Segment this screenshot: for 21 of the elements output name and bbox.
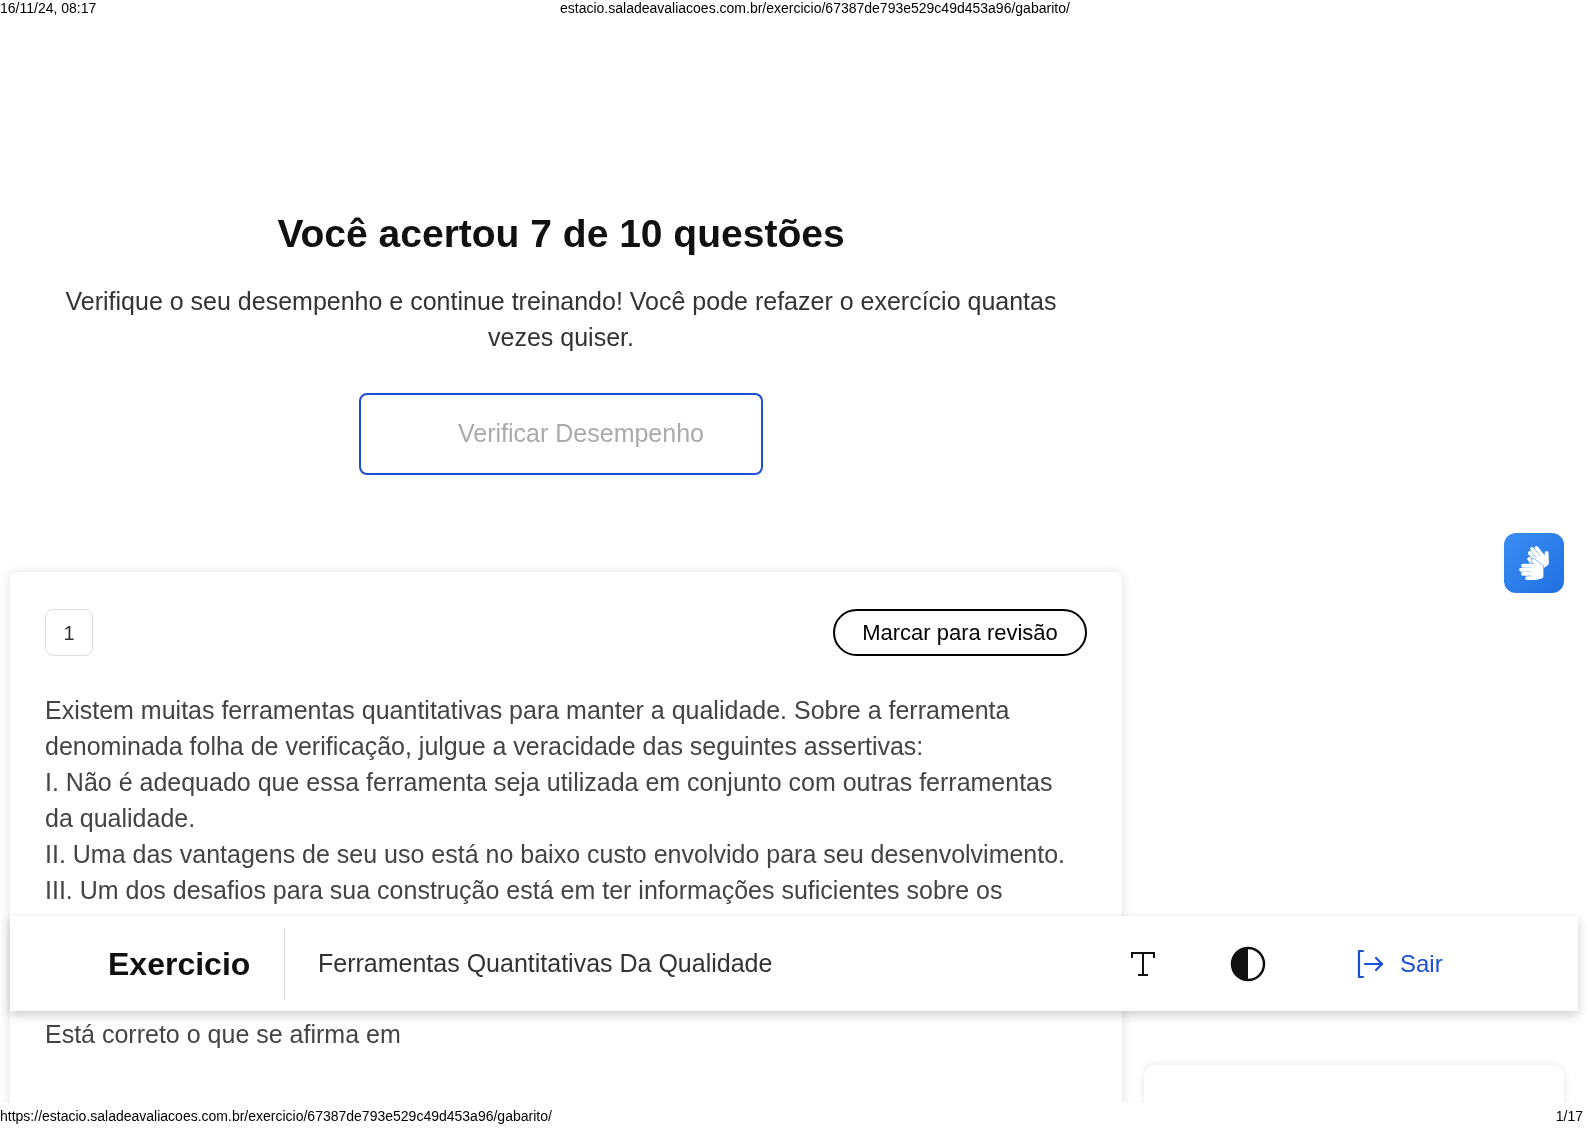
sign-language-button[interactable] [1504, 533, 1564, 593]
question-text: II. Uma das vantagens de seu uso está no baixo custo envolvido para seu desenvolvimento. [45, 839, 1067, 870]
result-title: Você acertou 7 de 10 questões [277, 214, 845, 254]
question-text: Existem muitas ferramentas quantitativas para manter a qualidade. Sobre a ferramenta [45, 695, 1011, 726]
toolbar-title: Exercicio [108, 944, 252, 984]
question-text: da qualidade. [45, 803, 197, 834]
print-footer-url: https://estacio.saladeavaliacoes.com.br/exercicio/67387de793e529c49d453a96/gabarito/ [0, 1106, 552, 1126]
hands-icon [1517, 546, 1551, 580]
page-number: 1/17 [1555, 1106, 1583, 1126]
question-prompt: Está correto o que se afirma em [45, 1019, 402, 1050]
exercise-subject: Ferramentas Quantitativas Da Qualidade [318, 947, 774, 979]
question-text: III. Um dos desafios para sua construção está em ter informações suficientes sobre os [45, 875, 1004, 906]
print-url: estacio.saladeavaliacoes.com.br/exercicio/67387de793e529c49d453a96/gabarito/ [560, 0, 1071, 16]
print-date: 16/11/24, 08:17 [0, 0, 98, 16]
result-subtitle: Verifique o seu desempenho e continue treinando! Você pode refazer o exercício quantas vezes quiser. [64, 286, 1058, 353]
mark-for-review-button[interactable]: Marcar para revisão [833, 609, 1087, 656]
exit-button[interactable]: Sair [1354, 945, 1443, 982]
question-text: I. Não é adequado que essa ferramenta seja utilizada em conjunto com outras ferramentas [45, 767, 1054, 798]
contrast-icon[interactable] [1230, 945, 1266, 982]
question-number: 1 [45, 609, 93, 656]
question-text: denominada folha de verificação, julgue a veracidade das seguintes assertivas: [45, 731, 925, 762]
